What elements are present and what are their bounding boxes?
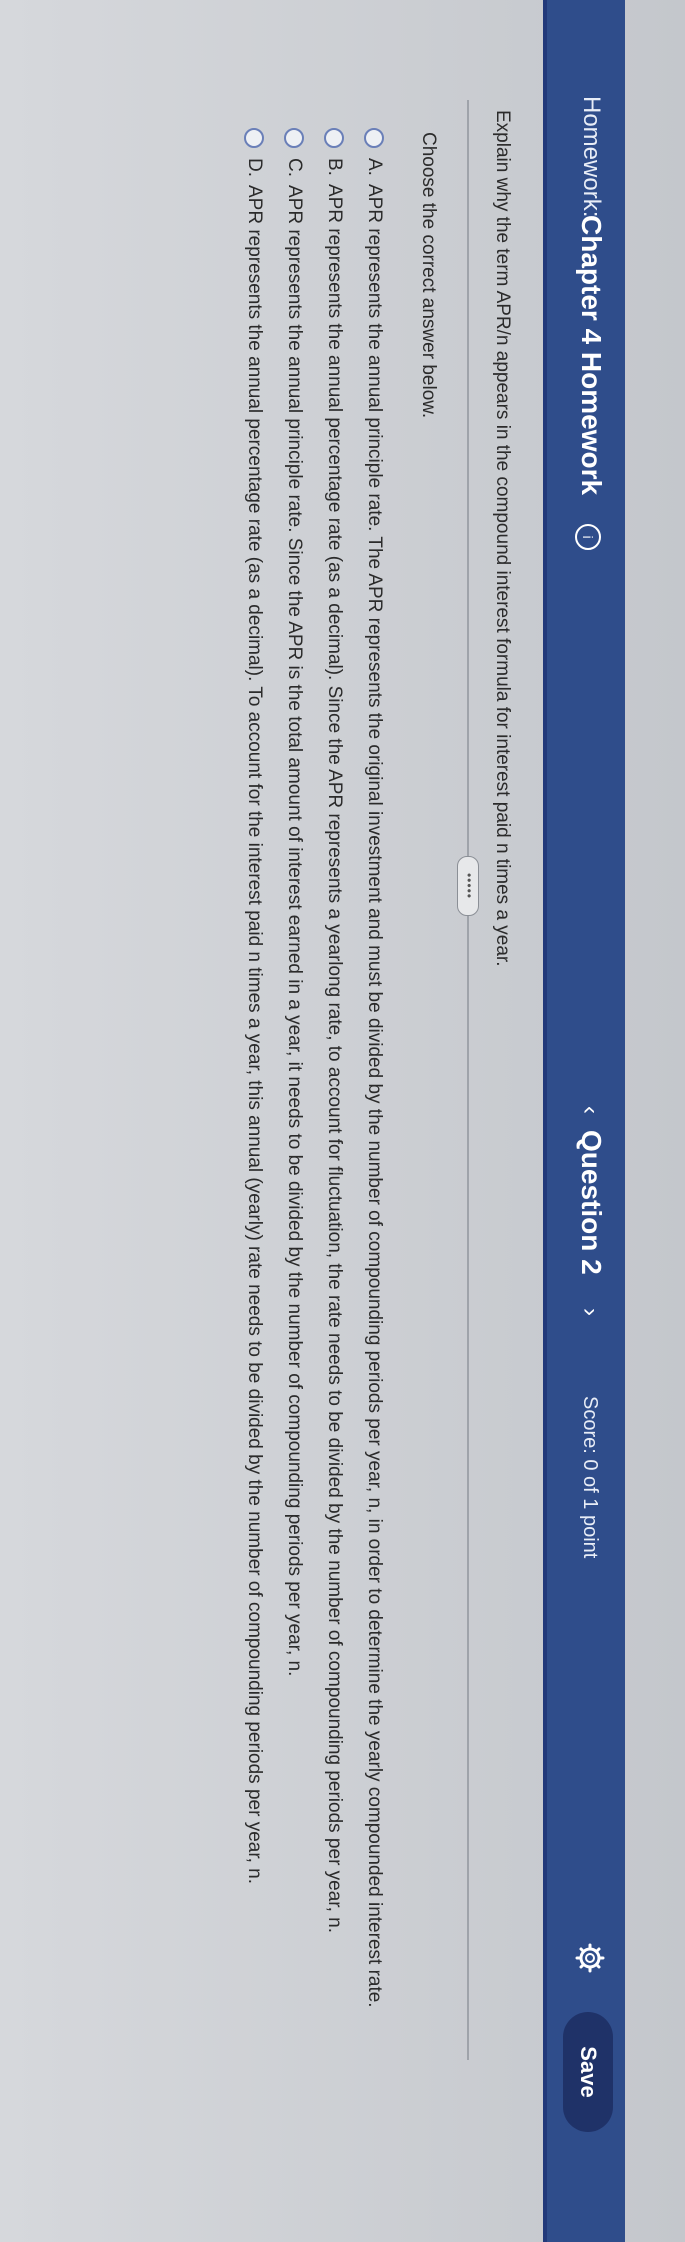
question-label: Question 2 [576,1130,607,1275]
info-icon[interactable]: i [575,524,601,550]
settings-gear-icon[interactable] [575,1943,605,1973]
choice-text: APR represents the annual principle rate… [284,185,305,1677]
answer-choice-c[interactable]: C. APR represents the annual principle ra… [277,128,305,1676]
choice-text: APR represents the annual principle rate… [364,183,385,2008]
choice-letter: A. [364,158,385,176]
score-text: Score: 0 of 1 point [579,1396,601,1559]
homework-label: Homework: [578,96,605,218]
choice-letter: C. [284,158,305,177]
answer-choice-b[interactable]: B. APR represents the annual percentage r… [317,128,345,1933]
radio-button-c[interactable] [284,128,305,148]
screen: Homework: Chapter 4 Homework i ‹ Questio… [0,0,685,2242]
homework-title: Chapter 4 Homework [576,215,607,496]
radio-button-b[interactable] [324,128,345,148]
answer-choice-a[interactable]: A. APR represents the annual principle ra… [357,128,385,2008]
choice-text: APR represents the annual percentage rat… [324,183,345,1933]
top-bar: Homework: Chapter 4 Homework i ‹ Questio… [543,0,625,2242]
answer-instruction: Choose the correct answer below. [418,132,439,419]
divider [467,100,469,2060]
radio-button-a[interactable] [364,128,385,148]
question-panel: Explain why the term APR/n appears in th… [0,0,543,2242]
choice-text: APR represents the annual percentage rat… [244,185,265,1885]
choice-letter: D. [244,158,265,177]
next-question-button[interactable]: › [571,1300,609,1324]
previous-question-button[interactable]: ‹ [571,1098,609,1122]
expand-more-button[interactable]: ••••• [457,856,479,916]
question-text: Explain why the term APR/n appears in th… [492,110,513,967]
radio-button-d[interactable] [244,128,265,148]
choice-letter: B. [324,158,345,176]
save-button[interactable]: Save [563,2012,613,2132]
answer-choice-d[interactable]: D. APR represents the annual percentage r… [237,128,265,1884]
